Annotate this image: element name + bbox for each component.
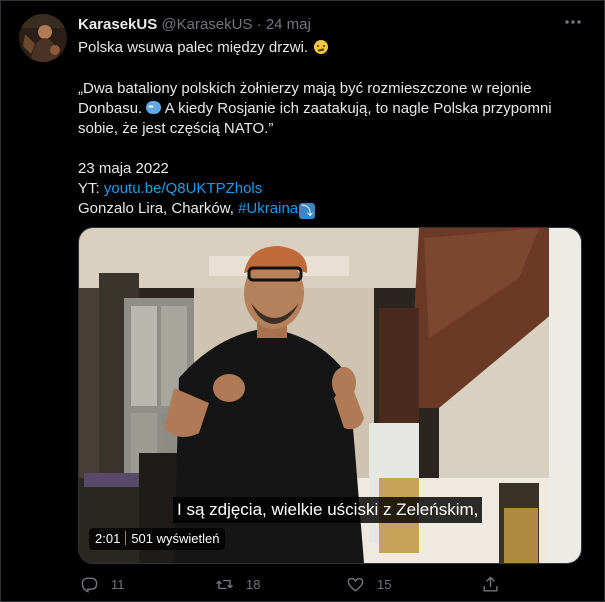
credit-text: Gonzalo Lira, Charków, — [78, 200, 234, 217]
quote-line: sobie, że jest częścią NATO.” — [78, 120, 274, 137]
raised-eyebrow-face-icon — [314, 40, 329, 54]
arrow-down-icon: ⤵ — [299, 203, 316, 219]
handle[interactable]: @KarasekUS — [161, 16, 252, 33]
credit-line: Gonzalo Lira, Charków, #Ukraina ⤵ — [78, 199, 316, 219]
like-button[interactable]: 15 — [346, 574, 391, 594]
share-button[interactable] — [481, 574, 500, 594]
video-subtitle: I są zdjęcia, wielkie uściski z Zeleński… — [173, 497, 483, 523]
header-separator: · — [256, 16, 262, 33]
yt-label: YT: — [78, 180, 100, 197]
youtube-link[interactable]: youtu.be/Q8UKTPZhols — [104, 180, 262, 197]
tweet-text: Polska wsuwa palec między drzwi. — [78, 39, 309, 56]
like-icon — [347, 577, 364, 592]
quote-text: A kiedy Rosjanie ich zaatakują, to nagle… — [164, 100, 552, 117]
retweet-count: 18 — [246, 576, 261, 592]
yt-line: YT: youtu.be/Q8UKTPZhols — [78, 179, 262, 199]
hashtag-link[interactable]: #Ukraina — [238, 200, 298, 217]
video-info-badge: 2:01 501 wyświetleń — [89, 528, 226, 550]
more-icon[interactable] — [563, 12, 583, 32]
video-views: 501 wyświetleń — [131, 531, 220, 546]
date-line: 23 maja 2022 — [78, 160, 169, 177]
badge-divider — [125, 531, 127, 545]
speech-bubble-icon — [146, 98, 162, 118]
share-icon — [483, 576, 498, 592]
retweet-icon — [216, 579, 233, 589]
like-count: 15 — [377, 576, 392, 592]
reply-count: 11 — [111, 576, 125, 592]
reply-icon — [81, 576, 98, 593]
tweet-header: KarasekUS @KarasekUS · 24 maj — [78, 16, 311, 34]
avatar[interactable] — [19, 14, 67, 62]
retweet-button[interactable]: 18 — [215, 574, 260, 594]
display-name[interactable]: KarasekUS — [78, 16, 157, 33]
tweet-text-line: Polska wsuwa palec między drzwi. — [78, 38, 329, 58]
quote-line: Donbasu. A kiedy Rosjanie ich zaatakują,… — [78, 98, 552, 119]
reply-button[interactable]: 11 — [80, 574, 125, 594]
quote-line: „Dwa bataliony polskich żołnierzy mają b… — [78, 80, 532, 97]
video-duration: 2:01 — [95, 531, 121, 546]
quote-text: Donbasu. — [78, 100, 143, 117]
tweet-date[interactable]: 24 maj — [266, 16, 311, 33]
